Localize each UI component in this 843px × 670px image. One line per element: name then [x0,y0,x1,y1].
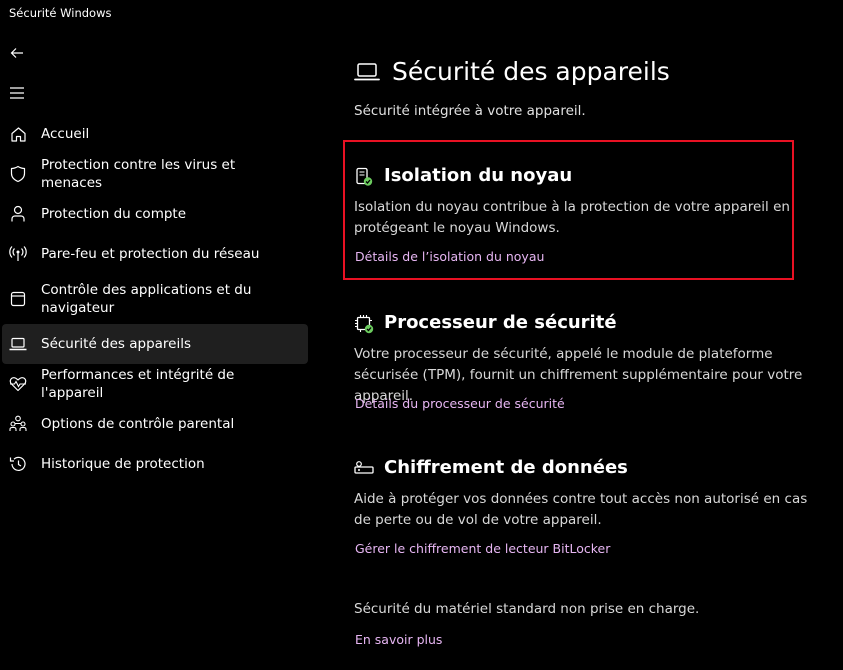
key-icon [354,459,374,479]
page-subtitle: Sécurité intégrée à votre appareil. [354,103,586,119]
section-title: Chiffrement de données [384,457,628,478]
sidebar-item-label: Protection contre les virus et menaces [41,157,236,191]
sidebar-item-family-options[interactable]: Options de contrôle parental [2,404,308,444]
person-icon [9,205,27,223]
history-icon [9,455,27,473]
app-window: Sécurité Windows Accueil Protection cont… [0,0,843,670]
sidebar-item-label: Options de contrôle parental [41,416,235,432]
sidebar-item-accueil[interactable]: Accueil [2,114,308,154]
security-processor-details-link[interactable]: Détails du processeur de sécurité [355,396,565,411]
back-button[interactable] [6,42,28,64]
section-description: Aide à protéger vos données contre tout … [354,491,808,528]
sidebar-item-app-browser-control[interactable]: Contrôle des applications et du navigate… [2,274,308,324]
chip-icon [354,314,374,334]
laptop-icon [9,335,27,353]
sidebar-item-firewall[interactable]: Pare-feu et protection du réseau [2,234,308,274]
sidebar-item-account-protection[interactable]: Protection du compte [2,194,308,234]
sidebar-item-label: Accueil [41,126,90,142]
window-title: Sécurité Windows [9,6,112,20]
antenna-icon [9,245,27,263]
learn-more-link[interactable]: En savoir plus [355,632,442,647]
sidebar-item-label: Pare-feu et protection du réseau [41,246,260,262]
back-arrow-icon [9,45,25,61]
sidebar-item-label: Historique de protection [41,456,205,472]
shield-icon [9,165,27,183]
section-title: Processeur de sécurité [384,312,617,333]
hamburger-menu-icon [9,86,25,100]
heart-pulse-icon [9,375,27,393]
laptop-icon [354,62,380,82]
sidebar-item-label: Performances et intégrité de l'appareil [41,367,235,401]
hardware-security-status: Sécurité du matériel standard non prise … [354,601,700,617]
highlight-frame [343,140,794,280]
page-title: Sécurité des appareils [392,57,670,86]
browser-icon [9,290,27,308]
sidebar-item-label: Protection du compte [41,206,187,222]
sidebar-item-device-security[interactable]: Sécurité des appareils [2,324,308,364]
family-icon [9,415,27,433]
sidebar-item-virus-protection[interactable]: Protection contre les virus et menaces [2,154,308,194]
menu-button[interactable] [6,82,28,104]
bitlocker-manage-link[interactable]: Gérer le chiffrement de lecteur BitLocke… [355,541,610,556]
sidebar-item-label: Sécurité des appareils [41,336,192,352]
sidebar-item-label: Contrôle des applications et du navigate… [41,282,252,316]
home-icon [9,125,27,143]
sidebar-nav: Accueil Protection contre les virus et m… [0,114,310,484]
sidebar-item-device-performance[interactable]: Performances et intégrité de l'appareil [2,364,308,404]
sidebar-item-protection-history[interactable]: Historique de protection [2,444,308,484]
